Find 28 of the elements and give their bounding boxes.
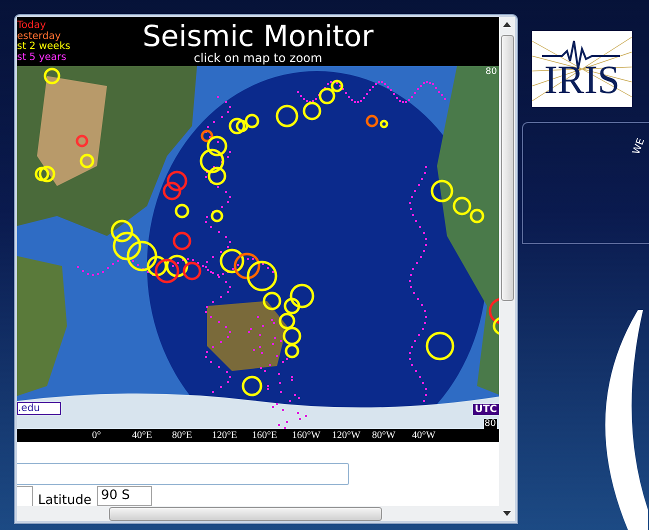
- longitude-label: 80°E: [172, 429, 194, 442]
- latitude-field-label: Latitude: [38, 493, 92, 506]
- legend-item: st 5 years: [17, 52, 68, 63]
- latitude-field[interactable]: 90 S: [97, 486, 152, 506]
- longitude-label: 40°E: [132, 429, 154, 442]
- longitude-label: 120°W: [332, 429, 362, 442]
- longitude-label: 40°W: [412, 429, 436, 442]
- scroll-down-icon[interactable]: [503, 511, 511, 516]
- legend-item: Today: [17, 21, 47, 31]
- horizontal-scrollbar[interactable]: [17, 506, 499, 521]
- longitude-label: 160°W: [292, 429, 322, 442]
- link-label[interactable]: .edu: [17, 402, 61, 415]
- legend-item: esterday: [17, 32, 61, 42]
- latitude-label: 80: [486, 67, 497, 77]
- longitude-label: 120°E: [212, 429, 238, 442]
- time-label: UTC: [472, 404, 499, 415]
- latitude-label: 80: [484, 419, 497, 429]
- longitude-label: 0°: [92, 429, 102, 442]
- vertical-scrollbar[interactable]: [499, 17, 515, 521]
- longitude-label: 80°W: [372, 429, 396, 442]
- legend-item: st 2 weeks: [17, 42, 70, 52]
- longitude-label: 160°E: [252, 429, 278, 442]
- page-subtitle: click on map to zoom: [194, 52, 322, 65]
- world-map-drawing[interactable]: [17, 66, 499, 429]
- scroll-up-icon[interactable]: [503, 22, 511, 27]
- panel-label: WE: [630, 137, 647, 156]
- input-field[interactable]: [17, 463, 349, 485]
- page-title: Seismic Monitor: [142, 20, 374, 52]
